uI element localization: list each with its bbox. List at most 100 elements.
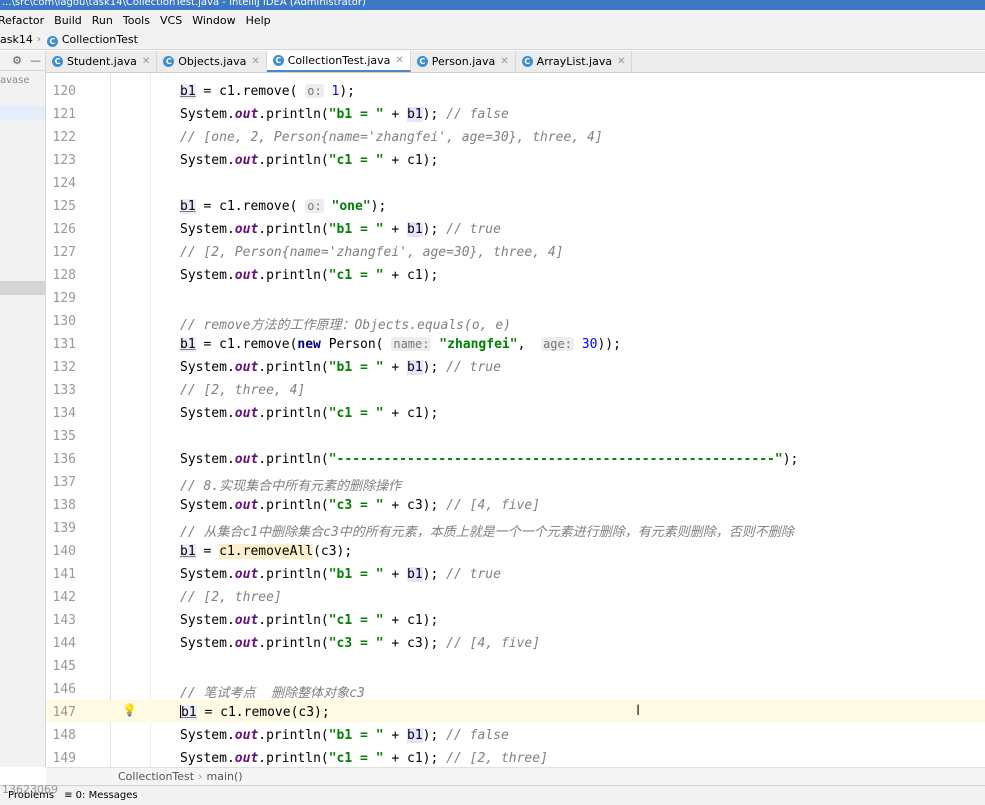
param-hint: age: (541, 337, 574, 351)
code-line[interactable]: 144 System.out.println("c3 = " + c3); // … (46, 631, 985, 654)
class-icon: C (272, 55, 284, 66)
code-line[interactable]: 133 // [2, three, 4] (46, 378, 985, 401)
title-bar: ...\src\com\lagou\task14\CollectionTest.… (0, 0, 985, 10)
list-icon: ≡ (64, 790, 76, 801)
code-editor[interactable]: 120 b1 = c1.remove( o: 1); 121 System.out.… (46, 73, 985, 767)
code-line[interactable]: 136 System.out.println("-----------------… (46, 447, 985, 470)
line-number: 136 (52, 452, 76, 467)
code-line[interactable]: 135 (46, 424, 985, 447)
tab-label: Person.java (431, 55, 496, 68)
code-text: System.out.println("c1 = " + c1); (180, 406, 439, 421)
code-text: System.out.println("c3 = " + c3); // [4,… (180, 636, 541, 651)
code-comment: // 笔试考点 删除整体对象c3 (180, 686, 365, 701)
close-icon[interactable]: ✕ (142, 56, 150, 67)
param-hint: name: (391, 337, 432, 351)
line-number: 128 (52, 268, 76, 283)
code-line[interactable]: 122 // [one, 2, Person{name='zhangfei', a… (46, 125, 985, 148)
code-line[interactable]: 132 System.out.println("b1 = " + b1); // … (46, 355, 985, 378)
menu-window[interactable]: Window (187, 14, 240, 27)
code-line[interactable]: 127 // [2, Person{name='zhangfei', age=30… (46, 240, 985, 263)
tool-window-bar: 13623069 Problems ≡ 0: Messages (0, 783, 985, 805)
code-line[interactable]: 139 // 从集合c1中删除集合c3中的所有元素，本质上就是一个一个元素进行删除… (46, 516, 985, 540)
code-text: System.out.println("b1 = " + b1); // tru… (180, 360, 501, 375)
tab-objects[interactable]: C Objects.java ✕ (157, 51, 267, 72)
lightbulb-icon[interactable]: 💡 (122, 703, 137, 717)
code-comment: // 从集合c1中删除集合c3中的所有元素，本质上就是一个一个元素进行删除，有元… (180, 525, 794, 540)
tab-collectiontest[interactable]: C CollectionTest.java ✕ (266, 51, 411, 72)
close-icon[interactable]: ✕ (395, 55, 403, 66)
line-number: 139 (52, 521, 76, 536)
line-number: 132 (52, 360, 76, 375)
code-line[interactable]: 149 System.out.println("c1 = " + c1); // … (46, 746, 985, 767)
code-line[interactable]: 121 System.out.println("b1 = " + b1); // … (46, 102, 985, 125)
code-line[interactable]: 129 (46, 286, 985, 309)
code-line[interactable]: 131 b1 = c1.remove(new Person( name: "zha… (46, 332, 985, 355)
code-breadcrumb: CollectionTest › main() (46, 767, 985, 785)
code-line[interactable]: 142 // [2, three] (46, 585, 985, 608)
navigation-bar: ask14 › C CollectionTest (0, 30, 985, 50)
code-line[interactable]: 146 // 笔试考点 删除整体对象c3 (46, 677, 985, 701)
breadcrumb-class[interactable]: CollectionTest (118, 770, 194, 783)
line-number: 130 (52, 314, 76, 329)
line-number: 140 (52, 544, 76, 559)
tab-arraylist[interactable]: C ArrayList.java ✕ (516, 51, 633, 72)
code-line[interactable]: 124 (46, 171, 985, 194)
code-text: b1 = c1.remove(new Person( name: "zhangf… (180, 337, 621, 352)
code-line[interactable]: 137 // 8.实现集合中所有元素的删除操作 (46, 470, 985, 494)
code-comment: // [2, three, 4] (180, 383, 306, 398)
code-text: System.out.println("--------------------… (180, 452, 799, 467)
current-code-line[interactable]: 147 💡 b1 = c1.remove(c3); (46, 700, 985, 723)
close-icon[interactable]: ✕ (617, 56, 625, 67)
menu-run[interactable]: Run (87, 14, 118, 27)
code-line[interactable]: 141 System.out.println("b1 = " + b1); // … (46, 562, 985, 585)
code-text: System.out.println("b1 = " + b1); // tru… (180, 567, 501, 582)
code-line[interactable]: 125 b1 = c1.remove( o: "one"); (46, 194, 985, 217)
project-tree-hover[interactable] (0, 281, 45, 295)
code-text: System.out.println("c3 = " + c3); // [4,… (180, 498, 541, 513)
line-number: 124 (52, 176, 76, 191)
code-line[interactable]: 148 System.out.println("b1 = " + b1); // … (46, 723, 985, 746)
code-line[interactable]: 130 // remove方法的工作原理：Objects.equals(o, e) (46, 309, 985, 333)
code-line[interactable]: 143 System.out.println("c1 = " + c1); (46, 608, 985, 631)
project-panel-toolbar: ⚙ — (0, 51, 45, 71)
messages-tab[interactable]: ≡ 0: Messages (64, 790, 138, 801)
gear-icon[interactable]: ⚙ (12, 54, 22, 67)
minus-icon[interactable]: — (30, 54, 41, 67)
code-line[interactable]: 126 System.out.println("b1 = " + b1); // … (46, 217, 985, 240)
code-text: b1 = c1.remove(c3); (180, 705, 330, 720)
code-text: b1 = c1.remove( o: 1); (180, 84, 355, 99)
nav-file[interactable]: C CollectionTest (46, 33, 138, 47)
breadcrumb-method[interactable]: main() (206, 770, 242, 783)
project-tree-item[interactable]: avase (0, 75, 30, 86)
menu-refactor[interactable]: Refactor (0, 14, 49, 27)
line-number: 135 (52, 429, 76, 444)
close-icon[interactable]: ✕ (251, 56, 259, 67)
code-text: System.out.println("b1 = " + b1); // fal… (180, 728, 509, 743)
code-text: System.out.println("c1 = " + c1); (180, 268, 439, 283)
code-line[interactable]: 138 System.out.println("c3 = " + c3); // … (46, 493, 985, 516)
code-line[interactable]: 134 System.out.println("c1 = " + c1); (46, 401, 985, 424)
close-icon[interactable]: ✕ (500, 56, 508, 67)
menu-help[interactable]: Help (241, 14, 276, 27)
tab-person[interactable]: C Person.java ✕ (411, 51, 516, 72)
code-line[interactable]: 140 b1 = c1.removeAll(c3); (46, 539, 985, 562)
code-comment: // [one, 2, Person{name='zhangfei', age=… (180, 130, 603, 145)
project-tree-selection[interactable] (0, 106, 45, 120)
code-line[interactable]: 123 System.out.println("c1 = " + c1); (46, 148, 985, 171)
menu-build[interactable]: Build (49, 14, 87, 27)
code-line[interactable]: 145 (46, 654, 985, 677)
code-line[interactable]: 120 b1 = c1.remove( o: 1); (46, 79, 985, 102)
class-icon: C (416, 56, 428, 67)
watermark: 13623069 (2, 783, 58, 796)
mouse-cursor-icon: Ι (636, 703, 641, 719)
line-number: 147 (52, 705, 76, 720)
line-number: 138 (52, 498, 76, 513)
menu-tools[interactable]: Tools (118, 14, 155, 27)
code-comment: // remove方法的工作原理：Objects.equals(o, e) (180, 318, 511, 333)
nav-module[interactable]: ask14 (0, 33, 33, 46)
menu-vcs[interactable]: VCS (155, 14, 187, 27)
tab-student[interactable]: C Student.java ✕ (46, 51, 158, 72)
code-text: b1 = c1.remove( o: "one"); (180, 199, 387, 214)
code-text: System.out.println("c1 = " + c1); (180, 613, 439, 628)
code-line[interactable]: 128 System.out.println("c1 = " + c1); (46, 263, 985, 286)
